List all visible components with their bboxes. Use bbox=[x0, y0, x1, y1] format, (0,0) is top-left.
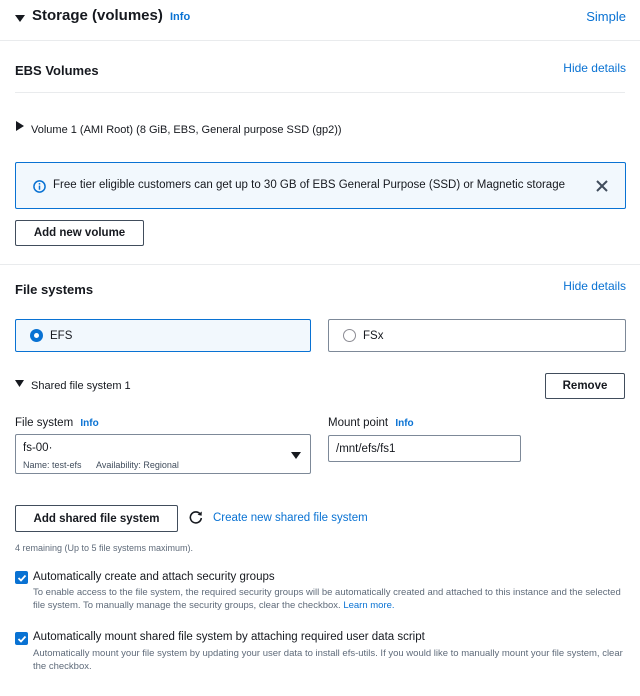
header-info-link[interactable]: Info bbox=[170, 11, 190, 23]
shared-fs-label: Shared file system 1 bbox=[31, 380, 131, 392]
dropdown-arrow-icon bbox=[291, 452, 301, 459]
add-shared-file-system-button[interactable]: Add shared file system bbox=[15, 505, 178, 532]
ebs-section-title: EBS Volumes bbox=[15, 63, 99, 78]
section-collapse-toggle[interactable] bbox=[15, 10, 25, 22]
refresh-icon[interactable] bbox=[189, 510, 203, 524]
fsx-label: FSx bbox=[363, 329, 384, 342]
radio-selected-icon bbox=[30, 329, 43, 342]
auto-sg-checkbox[interactable] bbox=[15, 571, 28, 584]
caret-down-icon bbox=[15, 380, 24, 387]
auto-mount-description: Automatically mount your file system by … bbox=[33, 648, 623, 672]
file-systems-title: File systems bbox=[15, 282, 94, 297]
close-icon[interactable] bbox=[596, 180, 608, 192]
info-circle-icon bbox=[33, 180, 46, 193]
auto-sg-label: Automatically create and attach security… bbox=[33, 571, 275, 583]
auto-sg-description: To enable access to the file system, the… bbox=[33, 586, 633, 612]
learn-more-link[interactable]: Learn more. bbox=[343, 600, 394, 611]
divider bbox=[0, 264, 640, 265]
divider bbox=[0, 40, 640, 41]
checkbox-checked-icon bbox=[17, 635, 26, 643]
create-new-shared-fs-link[interactable]: Create new shared file system bbox=[213, 512, 368, 524]
mount-point-info-link[interactable]: Info bbox=[395, 418, 413, 429]
file-system-label-text: File system bbox=[15, 417, 74, 429]
radio-unselected-icon bbox=[343, 329, 356, 342]
ebs-hide-details-link[interactable]: Hide details bbox=[563, 61, 626, 75]
page-title: Storage (volumes) bbox=[32, 7, 163, 24]
caret-down-icon bbox=[15, 15, 25, 22]
volume-expand-toggle[interactable] bbox=[16, 118, 24, 131]
remove-button[interactable]: Remove bbox=[545, 373, 625, 399]
auto-sg-desc-text: To enable access to the file system, the… bbox=[33, 587, 621, 611]
file-system-value: fs-00· bbox=[23, 442, 53, 454]
auto-mount-label: Automatically mount shared file system b… bbox=[33, 631, 425, 643]
add-new-volume-button[interactable]: Add new volume bbox=[15, 220, 144, 246]
shared-fs-collapse-toggle[interactable] bbox=[15, 375, 24, 387]
file-system-meta: Name: test-efs Availability: Regional bbox=[23, 459, 179, 472]
file-system-info-link[interactable]: Info bbox=[80, 418, 98, 429]
simple-mode-link[interactable]: Simple bbox=[586, 9, 626, 24]
free-tier-alert: Free tier eligible customers can get up … bbox=[15, 162, 626, 209]
file-system-label: File system Info bbox=[15, 417, 99, 429]
divider bbox=[15, 92, 625, 93]
file-system-availability: Availability: Regional bbox=[96, 460, 179, 470]
mount-point-label-text: Mount point bbox=[328, 417, 389, 429]
file-system-select[interactable]: fs-00· Name: test-efs Availability: Regi… bbox=[15, 434, 311, 474]
mount-point-label: Mount point Info bbox=[328, 417, 414, 429]
fs-hide-details-link[interactable]: Hide details bbox=[563, 279, 626, 293]
checkbox-checked-icon bbox=[17, 574, 26, 582]
mount-point-value: /mnt/efs/fs1 bbox=[336, 443, 396, 455]
mount-point-input[interactable]: /mnt/efs/fs1 bbox=[328, 435, 521, 462]
remaining-text: 4 remaining (Up to 5 file systems maximu… bbox=[15, 543, 194, 553]
auto-mount-checkbox[interactable] bbox=[15, 632, 28, 645]
fsx-radio-card[interactable]: FSx bbox=[328, 319, 626, 352]
caret-right-icon bbox=[16, 121, 24, 131]
alert-text: Free tier eligible customers can get up … bbox=[53, 179, 565, 191]
file-system-name: Name: test-efs bbox=[23, 460, 82, 470]
volume-1-label[interactable]: Volume 1 (AMI Root) (8 GiB, EBS, General… bbox=[31, 124, 342, 136]
efs-label: EFS bbox=[50, 329, 73, 342]
efs-radio-card[interactable]: EFS bbox=[15, 319, 311, 352]
